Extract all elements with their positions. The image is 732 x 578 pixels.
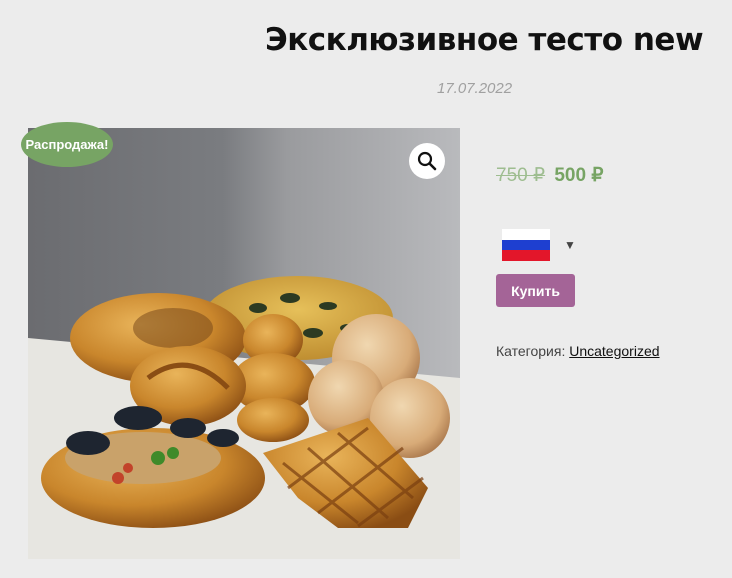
language-selector[interactable]: ▼ <box>502 229 576 262</box>
category-label: Категория: <box>496 343 566 359</box>
old-price: 750 ₽ <box>496 165 546 186</box>
category-link[interactable]: Uncategorized <box>569 343 659 359</box>
product-page: Эксклюзивное тесто new 17.07.2022 Распро… <box>0 0 732 578</box>
product-image[interactable] <box>28 128 460 559</box>
sale-badge: Распродажа! <box>21 122 113 167</box>
search-icon <box>417 151 437 171</box>
pastry-photo <box>28 276 460 559</box>
page-title: Эксклюзивное тесто new <box>265 22 704 58</box>
buy-button[interactable]: Купить <box>496 274 575 307</box>
price: 750 ₽ 500 ₽ <box>496 164 603 187</box>
sale-price: 500 ₽ <box>554 165 604 186</box>
post-date: 17.07.2022 <box>437 80 513 97</box>
russia-flag-icon <box>502 229 550 262</box>
zoom-button[interactable] <box>409 143 445 179</box>
dropdown-arrow-icon: ▼ <box>564 238 576 252</box>
product-category: Категория: Uncategorized <box>496 343 660 359</box>
